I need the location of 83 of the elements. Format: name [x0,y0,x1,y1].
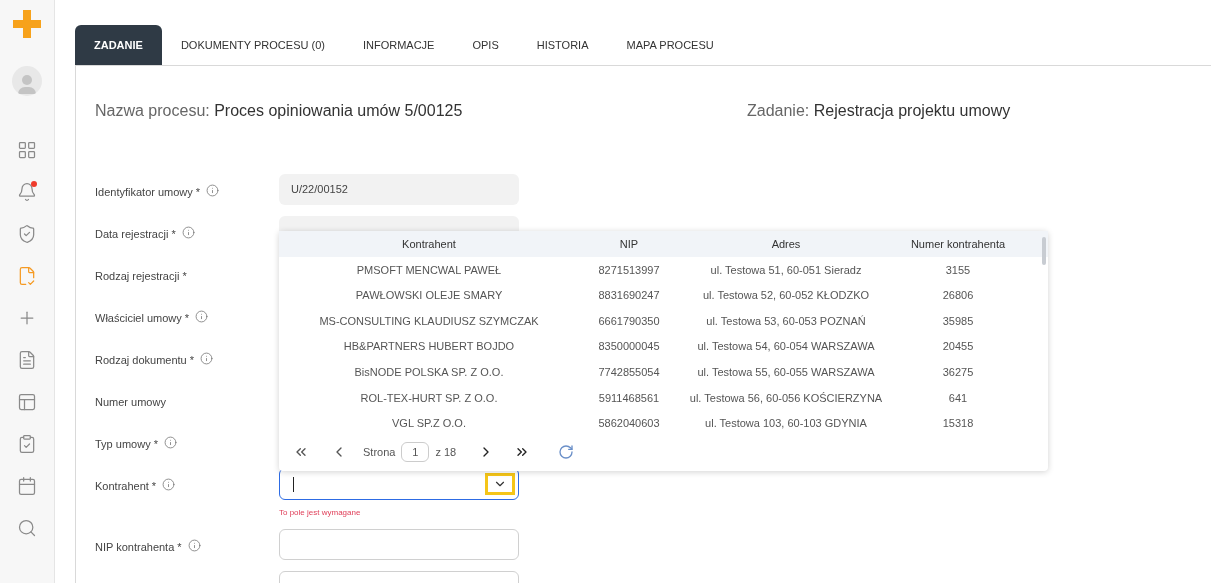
table-cell-text: 8271513997 [597,262,661,278]
process-name: Nazwa procesu: Proces opiniowania umów 5/00125 [95,101,464,121]
search-icon[interactable] [17,518,37,538]
document-icon[interactable] [17,350,37,370]
table-cell-text: ul. Testowa 103, 60-103 GDYNIA [704,416,868,432]
table-cell-text: ul. Testowa 56, 60-056 KOŚCIERZYNA [688,390,884,406]
layout-icon[interactable] [17,392,37,412]
table-cell-text: 641 [947,390,969,406]
tab[interactable]: ZADANIE [75,25,162,65]
table-cell-text: ul. Testowa 52, 60-052 KŁODZKO [701,288,871,304]
tab[interactable]: OPIS [453,25,518,65]
page-field[interactable]: 1 [401,442,430,463]
calendar-icon[interactable] [17,476,37,496]
field-label: Identyfikator umowy * [95,185,201,200]
table-row[interactable]: MS-CONSULTING KLAUDIUSZ SZYMCZAK 6661790350 ul. Testowa 53, 60-053 POZNAŃ 35985 [279,308,1048,334]
table-row[interactable]: PAWŁOWSKI OLEJE SMARY 8831690247 ul. Testowa 52, 60-052 KŁODZKO 26806 [279,282,1048,309]
table-cell-text: ul. Testowa 55, 60-055 WARSZAWA [696,364,876,380]
tab[interactable]: MAPA PROCESU [607,25,733,65]
table-cell-text: ROL-TEX-HURT SP. Z O.O. [359,390,499,406]
info-icon[interactable] [162,478,176,491]
shield-icon[interactable] [17,224,37,244]
tab[interactable]: DOKUMENTY PROCESU (0) [161,25,344,65]
table-row[interactable]: ROL-TEX-HURT SP. Z O.O. 5911468561 ul. Testowa 56, 60-056 KOŚCIERZYNA 641 [279,384,1048,411]
table-cell-text: 35985 [941,313,975,329]
input-field[interactable] [279,529,519,560]
table-cell-text: ul. Testowa 54, 60-054 WARSZAWA [696,339,876,355]
clipboard-check-icon[interactable] [17,434,37,454]
field-label: Właściciel umowy * [95,311,190,326]
dropdown-toggle[interactable] [485,473,515,495]
table-row[interactable]: BisNODE POLSKA SP. Z O.O. 7742855054 ul. Testowa 55, 60-055 WARSZAWA 36275 [279,359,1048,385]
table-cell-text: PAWŁOWSKI OLEJE SMARY [354,288,504,304]
table-cell-text: HB&PARTNERS HUBERT BOJDO [342,339,516,355]
logo-icon[interactable] [11,8,43,40]
refresh-icon[interactable] [558,444,575,461]
table-row[interactable]: PMSOFT MENCWAL PAWEŁ 8271513997 ul. Testowa 51, 60-051 Sieradz 3155 [279,257,1048,283]
table-cell-text: 8350000045 [597,339,661,355]
task-name: Zadanie: Rejestracja projektu umowy [747,101,1011,121]
info-icon[interactable] [187,539,201,552]
column-header: Kontrahent [401,236,457,252]
table-cell-text: 26806 [941,288,975,304]
table-cell-text: 8831690247 [597,288,661,304]
grid-icon[interactable] [17,140,37,160]
bell-icon[interactable] [17,182,37,202]
field-label: Typ umowy * [95,437,158,452]
column-header: Adres [770,236,802,252]
info-icon[interactable] [206,184,220,197]
table-cell-text: VGL SP.Z O.O. [391,416,467,432]
document-checklist-icon[interactable] [17,266,37,286]
table-row[interactable]: HB&PARTNERS HUBERT BOJDO 8350000045 ul. Testowa 54, 60-054 WARSZAWA 20455 [279,333,1048,360]
table-cell-text: MS-CONSULTING KLAUDIUSZ SZYMCZAK [318,313,540,329]
tab[interactable]: HISTORIA [517,25,608,65]
info-icon[interactable] [181,226,195,239]
page-count: z 18 [435,444,457,460]
field-label: Numer umowy [95,395,166,410]
table-cell-text: 5862040603 [597,416,661,432]
table-cell-text: ul. Testowa 51, 60-051 Sieradz [709,262,863,278]
table-cell-text: 20455 [941,339,975,355]
info-icon[interactable] [163,436,177,449]
info-icon[interactable] [195,310,209,323]
readonly-field: U/22/00152 [279,174,519,205]
table-cell-text: BisNODE POLSKA SP. Z O.O. [353,364,505,380]
column-header: Numer kontrahenta [909,236,1007,252]
table-cell-text: 15318 [941,416,975,432]
table-cell-text: 6661790350 [597,313,661,329]
table-cell-text: PMSOFT MENCWAL PAWEŁ [355,262,503,278]
table-row[interactable]: VGL SP.Z O.O. 5862040603 ul. Testowa 103, 60-103 GDYNIA 15318 [279,410,1048,437]
field-label: NIP kontrahenta * [95,540,182,555]
info-icon[interactable] [200,352,214,365]
error-message: To pole jest wymagane [279,507,362,519]
field-label: Rodzaj dokumentu * [95,353,195,368]
table-cell-text: 5911468561 [597,390,661,406]
page-label: Strona [363,444,396,460]
table-cell-text: 7742855054 [597,364,661,380]
column-header: NIP [618,236,640,252]
scrollbar[interactable] [1042,237,1046,265]
table-cell-text: 36275 [941,364,975,380]
field-label: Data rejestracji * [95,227,176,242]
avatar[interactable] [12,66,42,96]
field-label: Rodzaj rejestracji * [95,269,187,284]
field-label: Kontrahent * [95,479,157,494]
table-cell-text: 3155 [944,262,972,278]
tab[interactable]: INFORMACJE [343,25,454,65]
table-cell-text: ul. Testowa 53, 60-053 POZNAŃ [705,313,867,329]
